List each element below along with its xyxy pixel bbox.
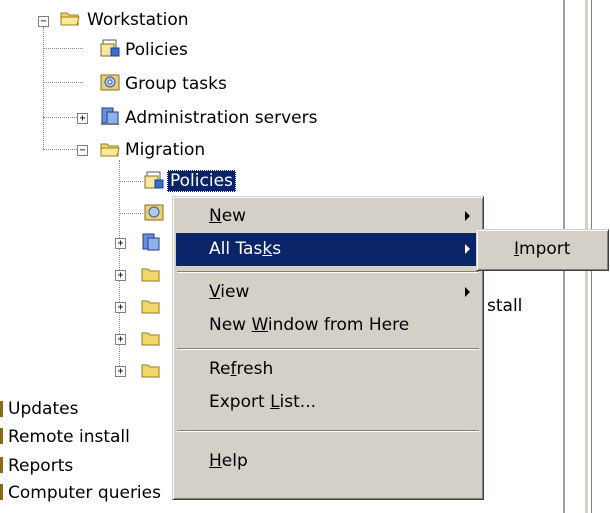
folder-icon	[141, 300, 160, 314]
tree-connector	[43, 82, 83, 84]
folder-icon	[141, 268, 160, 282]
menu-item-view[interactable]: View	[176, 276, 480, 309]
submenu-arrow-icon	[465, 287, 470, 297]
menu-item-export-list[interactable]: Export List...	[176, 386, 480, 419]
tree-item-remote-install[interactable]: Remote install	[8, 425, 130, 449]
tree-item-edge	[0, 401, 3, 417]
tree-item-partial[interactable]: stall	[487, 294, 522, 318]
menu-item-import[interactable]: Import	[480, 233, 605, 266]
submenu-arrow-icon	[465, 211, 470, 221]
menu-item-refresh[interactable]: Refresh	[176, 353, 480, 386]
tree-connector	[119, 213, 143, 215]
collapse-toggle[interactable]: −	[77, 145, 88, 156]
menu-separator	[177, 430, 479, 432]
folder-open-icon	[60, 12, 80, 26]
menu-item-all-tasks[interactable]: All Tasks	[176, 233, 480, 266]
group-tasks-icon	[100, 74, 120, 91]
context-menu: New All Tasks View New Window from Here …	[172, 196, 484, 500]
submenu-arrow-icon	[465, 244, 470, 254]
expand-toggle[interactable]: +	[115, 238, 126, 249]
tree-item-workstation[interactable]: Workstation	[87, 8, 189, 32]
folder-open-icon	[100, 143, 120, 157]
menu-separator	[177, 271, 479, 273]
policies-icon	[100, 39, 120, 57]
tree-item-administration-servers[interactable]: Administration servers	[125, 106, 317, 130]
tree-connector	[119, 181, 143, 183]
policies-icon	[144, 171, 164, 189]
tree-item-migration[interactable]: Migration	[125, 138, 205, 162]
menu-item-new[interactable]: New	[176, 200, 480, 233]
tree-item-reports[interactable]: Reports	[8, 454, 73, 478]
group-tasks-icon	[144, 204, 164, 221]
menu-item-help[interactable]: Help	[176, 445, 480, 478]
expand-toggle[interactable]: +	[115, 270, 126, 281]
folder-icon	[141, 332, 160, 346]
administration-servers-icon	[142, 233, 160, 251]
submenu-all-tasks: Import	[476, 229, 609, 271]
administration-servers-icon	[101, 107, 119, 125]
menu-separator	[177, 348, 479, 350]
tree-item-migration-policies[interactable]: Policies	[167, 170, 236, 192]
tree-connector	[43, 27, 45, 149]
expand-toggle[interactable]: +	[115, 366, 126, 377]
expand-toggle[interactable]: +	[115, 334, 126, 345]
tree-item-group-tasks[interactable]: Group tasks	[125, 72, 227, 96]
menu-item-new-window[interactable]: New Window from Here	[176, 309, 480, 342]
tree-item-edge	[0, 457, 3, 473]
expand-toggle[interactable]: +	[115, 302, 126, 313]
tree-item-updates[interactable]: Updates	[8, 397, 78, 421]
folder-icon	[141, 364, 160, 378]
tree-item-edge	[0, 484, 3, 500]
tree-item-policies[interactable]: Policies	[125, 38, 188, 62]
tree-item-edge	[0, 428, 3, 444]
collapse-toggle[interactable]: −	[38, 16, 49, 27]
expand-toggle[interactable]: +	[77, 113, 88, 124]
tree-item-computer-queries[interactable]: Computer queries	[8, 481, 161, 505]
tree-connector	[43, 48, 83, 50]
